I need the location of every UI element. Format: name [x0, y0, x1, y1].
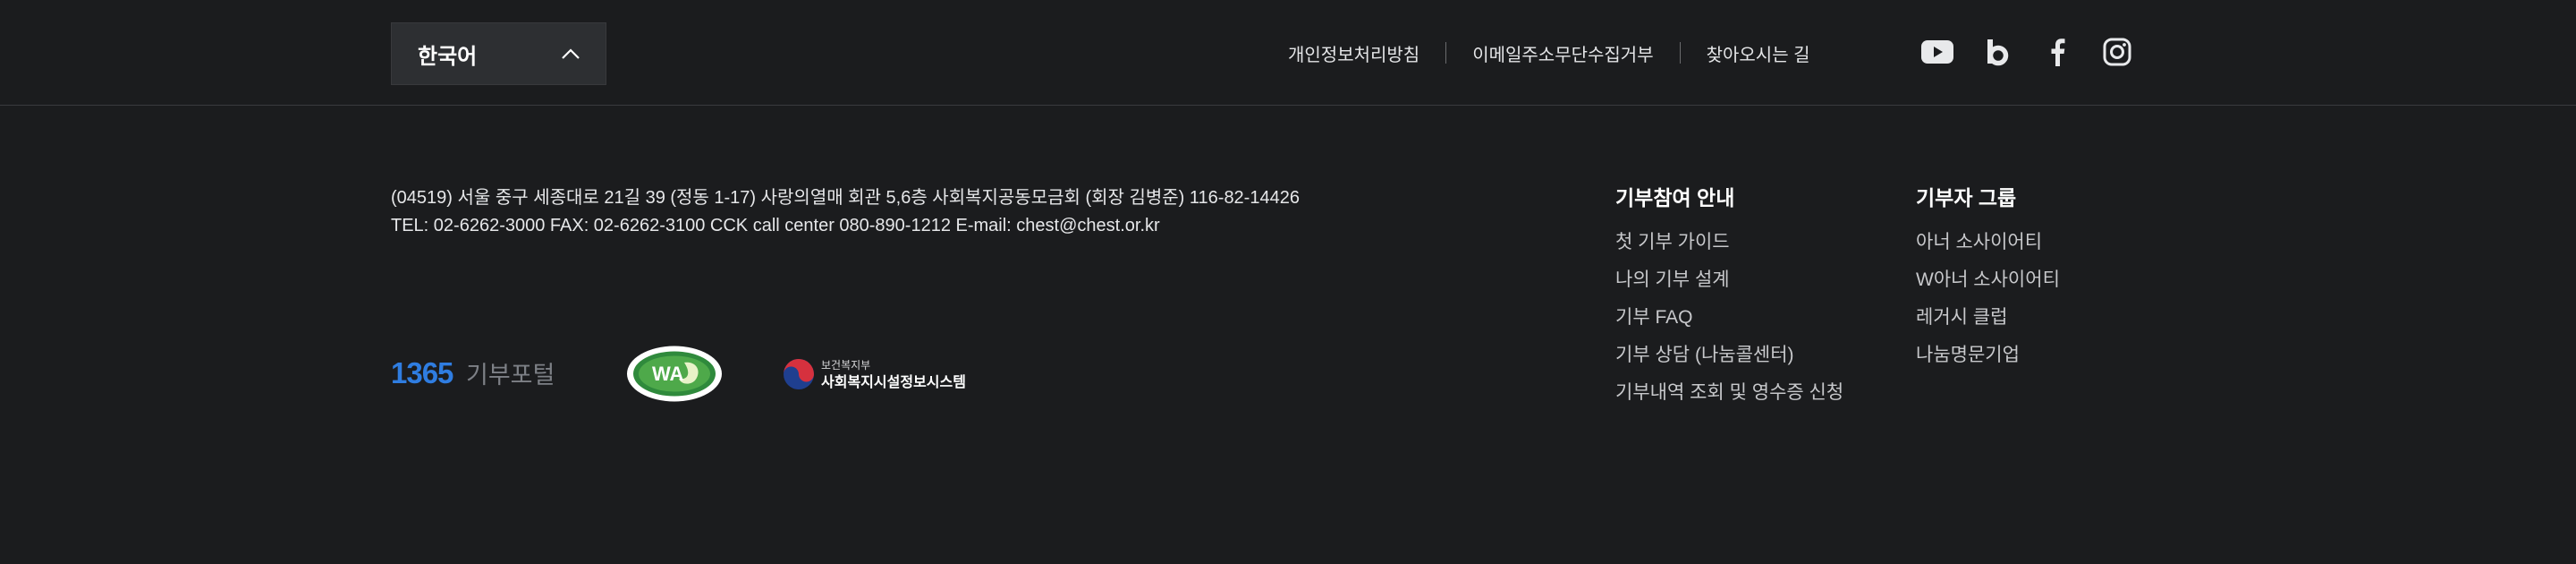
svg-text:보건복지부: 보건복지부: [821, 359, 870, 372]
chevron-up-icon: [562, 48, 580, 59]
link-donation-history-receipt[interactable]: 기부내역 조회 및 영수증 신청: [1615, 383, 1843, 421]
privacy-policy-link[interactable]: 개인정보처리방침: [1288, 40, 1419, 66]
contact-line: TEL: 02-6262-3000 FAX: 02-6262-3100 CCK …: [391, 216, 1160, 235]
directions-link[interactable]: 찾아오시는 길: [1707, 40, 1810, 66]
svg-text:기부포털: 기부포털: [466, 362, 555, 389]
facebook-icon[interactable]: [2039, 34, 2075, 70]
link-donation-counsel[interactable]: 기부 상담 (나눔콜센터): [1615, 346, 1843, 383]
footer-policy-links: 개인정보처리방침 이메일주소무단수집거부 찾아오시는 길: [1288, 39, 1810, 66]
divider: [1679, 42, 1681, 64]
address-line: (04519) 서울 중구 세종대로 21길 39 (정동 1-17) 사랑의열…: [391, 188, 1300, 208]
link-my-donation-plan[interactable]: 나의 기부 설계: [1615, 270, 1843, 308]
footer-top-bar: 한국어 개인정보처리방침 이메일주소무단수집거부 찾아오시는 길: [0, 0, 2576, 106]
language-select-label: 한국어: [418, 44, 478, 69]
svg-text:사회복지시설정보시스템: 사회복지시설정보시스템: [821, 373, 966, 390]
social-links: [1919, 34, 2135, 70]
link-honor-society[interactable]: 아너 소사이어티: [1916, 233, 2060, 270]
link-nanum-companies[interactable]: 나눔명문기업: [1916, 346, 2060, 383]
language-select[interactable]: 한국어: [391, 22, 606, 85]
column-title: 기부참여 안내: [1615, 186, 1735, 209]
svg-text:1365: 1365: [391, 356, 453, 389]
ministry-welfare-logo[interactable]: 보건복지부 사회복지시설정보시스템: [782, 354, 974, 395]
svg-text:WA: WA: [652, 363, 684, 385]
company-address: (04519) 서울 중구 세종대로 21길 39 (정동 1-17) 사랑의열…: [391, 184, 1300, 240]
giving-portal-1365-logo[interactable]: 1365 기부포털: [391, 355, 555, 391]
blog-icon[interactable]: [1979, 34, 2015, 70]
link-legacy-club[interactable]: 레거시 클럽: [1916, 308, 2060, 346]
link-w-honor-society[interactable]: W아너 소사이어티: [1916, 270, 2060, 308]
youtube-icon[interactable]: [1919, 34, 1955, 70]
link-first-donation-guide[interactable]: 첫 기부 가이드: [1615, 233, 1843, 270]
donation-guide-column: 기부참여 안내 첫 기부 가이드 나의 기부 설계 기부 FAQ 기부 상담 (…: [1615, 181, 1843, 421]
divider: [1445, 42, 1447, 64]
donor-group-column: 기부자 그룹 아너 소사이어티 W아너 소사이어티 레거시 클럽 나눔명문기업: [1916, 181, 2060, 383]
web-accessibility-mark[interactable]: WA: [625, 345, 724, 403]
column-title: 기부자 그룹: [1916, 186, 2017, 209]
email-refusal-link[interactable]: 이메일주소무단수집거부: [1472, 40, 1653, 66]
link-donation-faq[interactable]: 기부 FAQ: [1615, 308, 1843, 346]
instagram-icon[interactable]: [2099, 34, 2135, 70]
